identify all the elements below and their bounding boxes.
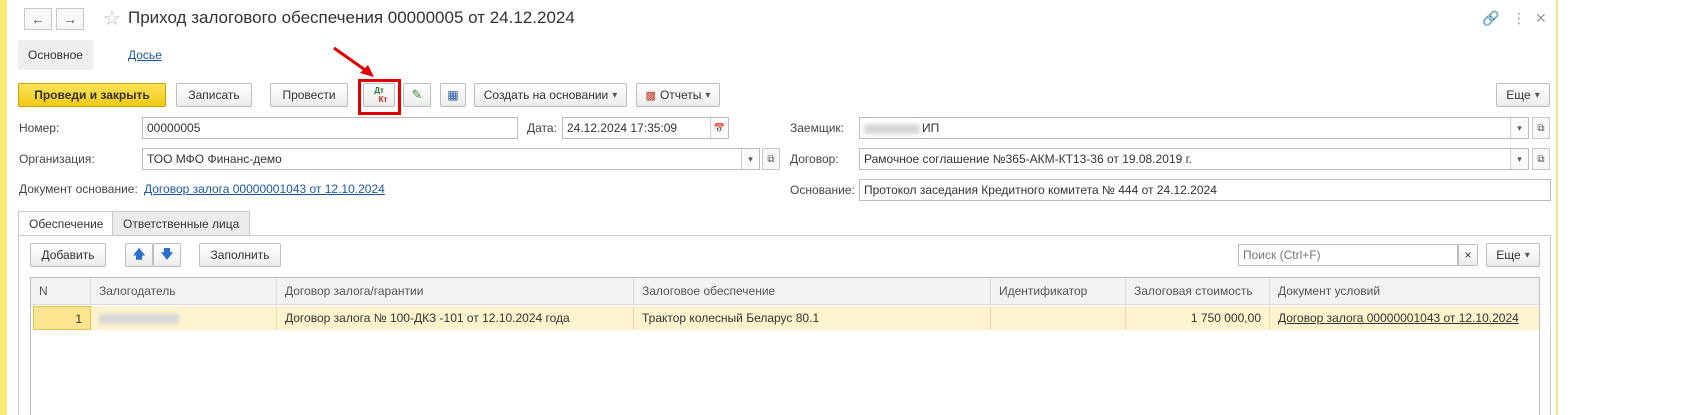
organization-field[interactable]: ТОО МФО Финанс-демо ▾ xyxy=(142,148,760,170)
create-based-on-label: Создать на основании xyxy=(483,88,609,102)
table-more-label: Еще xyxy=(1496,248,1521,262)
number-label: Номер: xyxy=(19,121,60,135)
post-button[interactable]: Провести xyxy=(270,83,348,107)
document-structure-icon: ▦ xyxy=(447,88,459,102)
open-organization-button[interactable]: ⧉ xyxy=(762,148,780,170)
forward-button[interactable]: → xyxy=(56,8,84,30)
tab-dossier[interactable]: Досье xyxy=(118,40,172,70)
column-header-collateral[interactable]: Залоговое обеспечение xyxy=(634,278,991,305)
reason-label: Основание: xyxy=(790,183,855,197)
back-button[interactable]: ← xyxy=(24,8,52,30)
open-contract-button[interactable]: ⧉ xyxy=(1532,148,1550,170)
collateral-table: N Залогодатель Договор залога/гарантии З… xyxy=(30,277,1540,415)
open-borrower-button[interactable]: ⧉ xyxy=(1532,117,1550,139)
report-icon: ▩ xyxy=(645,89,656,102)
edit-document-button[interactable]: ✎ xyxy=(403,83,431,107)
borrower-label: Заемщик: xyxy=(790,121,845,135)
link-icon[interactable]: 🔗 xyxy=(1482,10,1499,27)
move-up-button[interactable]: 🡅 xyxy=(125,243,153,267)
arrow-left-icon: ← xyxy=(31,11,45,27)
column-header-value[interactable]: Залоговая стоимость xyxy=(1126,278,1270,305)
column-header-identifier[interactable]: Идентификатор xyxy=(991,278,1126,305)
base-document-link[interactable]: Договор залога 00000001043 от 12.10.2024 xyxy=(144,182,385,196)
column-header-n[interactable]: N xyxy=(31,278,91,305)
close-icon[interactable]: ✕ xyxy=(1535,10,1547,27)
reports-label: Отчеты xyxy=(659,88,702,102)
calendar-icon[interactable]: 📅 xyxy=(710,118,728,138)
arrow-up-icon: 🡅 xyxy=(132,246,146,261)
column-header-pledge-contract[interactable]: Договор залога/гарантии xyxy=(277,278,634,305)
redacted-name xyxy=(864,123,920,134)
tab-collateral[interactable]: Обеспечение xyxy=(18,211,115,236)
fill-button[interactable]: Заполнить xyxy=(199,243,281,267)
table-cell-terms-document-link[interactable]: Договор залога 00000001043 от 12.10.2024 xyxy=(1270,306,1539,330)
borrower-value: ИП xyxy=(922,121,940,135)
create-based-on-button[interactable]: Создать на основании xyxy=(474,83,627,107)
open-window-icon: ⧉ xyxy=(767,153,775,165)
dropdown-icon[interactable]: ▾ xyxy=(1510,149,1528,169)
contract-field[interactable]: Рамочное соглашение №365-АКМ-КТ13-36 от … xyxy=(859,148,1529,170)
reason-field[interactable]: Протокол заседания Кредитного комитета №… xyxy=(859,179,1551,201)
arrow-down-icon: 🡇 xyxy=(160,246,174,261)
table-cell-value[interactable]: 1 750 000,00 xyxy=(1126,306,1270,330)
reports-button[interactable]: ▩ Отчеты xyxy=(636,83,720,107)
arrow-right-icon: → xyxy=(63,11,77,27)
date-value: 24.12.2024 17:35:09 xyxy=(567,121,678,135)
pencil-icon: ✎ xyxy=(411,87,423,102)
post-and-close-button[interactable]: Проведи и закрыть xyxy=(18,83,166,107)
open-window-icon: ⧉ xyxy=(1537,122,1545,134)
organization-label: Организация: xyxy=(19,152,95,166)
annotation-highlight-box xyxy=(358,79,401,115)
open-window-icon: ⧉ xyxy=(1537,153,1545,165)
favorite-star-icon[interactable]: ☆ xyxy=(103,6,121,31)
move-down-button[interactable]: 🡇 xyxy=(153,243,181,267)
tab-responsible-persons[interactable]: Ответственные лица xyxy=(112,211,251,236)
base-document-label: Документ основание: xyxy=(19,182,138,196)
table-cell-identifier[interactable] xyxy=(991,306,1126,330)
table-cell-pledger[interactable] xyxy=(91,306,277,330)
page-title: Приход залогового обеспечения 00000005 о… xyxy=(128,8,575,27)
organization-value: ТОО МФО Финанс-демо xyxy=(147,152,282,166)
dropdown-icon[interactable]: ▾ xyxy=(741,149,759,169)
search-input[interactable] xyxy=(1238,244,1458,266)
right-accent-stripe xyxy=(1556,0,1558,415)
date-field[interactable]: 24.12.2024 17:35:09 📅 xyxy=(562,117,729,139)
contract-label: Договор: xyxy=(790,152,839,166)
add-button[interactable]: Добавить xyxy=(30,243,106,267)
redacted-pledger xyxy=(99,313,179,324)
annotation-arrow xyxy=(333,46,374,77)
table-cell-pledge-contract[interactable]: Договор залога № 100-ДКЗ -101 от 12.10.2… xyxy=(277,306,634,330)
borrower-field[interactable]: ИП ▾ xyxy=(859,117,1529,139)
contract-value: Рамочное соглашение №365-АКМ-КТ13-36 от … xyxy=(864,152,1192,166)
table-cell-n[interactable]: 1 xyxy=(33,306,91,330)
column-header-pledger[interactable]: Залогодатель xyxy=(91,278,277,305)
table-more-button[interactable]: Еще xyxy=(1486,243,1540,267)
table-cell-collateral[interactable]: Трактор колесный Беларус 80.1 xyxy=(634,306,991,330)
more-button[interactable]: Еще xyxy=(1496,83,1550,107)
clear-search-button[interactable]: × xyxy=(1458,244,1478,266)
structure-button[interactable]: ▦ xyxy=(440,83,466,107)
save-button[interactable]: Записать xyxy=(176,83,252,107)
left-accent-stripe xyxy=(0,0,7,415)
more-label: Еще xyxy=(1506,88,1531,102)
number-field[interactable]: 00000005 xyxy=(142,117,518,139)
date-label: Дата: xyxy=(527,121,557,135)
tab-main[interactable]: Основное xyxy=(18,40,93,70)
more-vertical-icon[interactable]: ⋮ xyxy=(1512,10,1526,27)
column-header-terms-document[interactable]: Документ условий xyxy=(1270,278,1539,305)
dropdown-icon[interactable]: ▾ xyxy=(1510,118,1528,138)
